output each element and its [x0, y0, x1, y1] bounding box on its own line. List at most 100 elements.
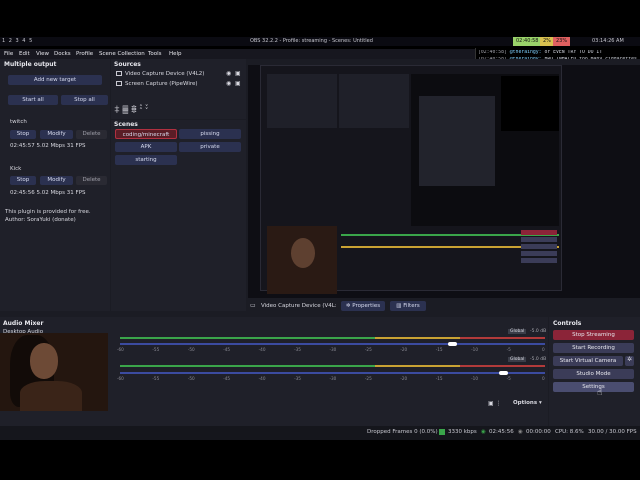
shoulders-shape: [20, 381, 82, 411]
time-chip: 03:14:26 AM: [592, 38, 624, 44]
scene-item-private[interactable]: private: [179, 142, 241, 152]
source-item-video-capture[interactable]: Video Capture Device (V4L2) ◉ ▣: [114, 70, 242, 79]
chevron-down-icon[interactable]: ˅: [145, 104, 149, 112]
db-readout: -5.0 dB: [530, 329, 547, 334]
dropped-frames: Dropped Frames 0 (0.0%): [367, 429, 438, 435]
kick-delete-button[interactable]: Delete: [76, 176, 107, 185]
start-virtual-camera-button[interactable]: Start Virtual Camera: [553, 356, 623, 366]
source-item-screen-capture[interactable]: Screen Capture (PipeWire) ◉ ▣: [114, 80, 242, 89]
menu-view[interactable]: View: [36, 51, 49, 57]
menu-help[interactable]: Help: [169, 51, 182, 57]
meter-tick-label: -40: [258, 347, 266, 352]
eye-icon[interactable]: ◉: [226, 70, 231, 77]
add-target-button[interactable]: Add new target: [8, 75, 102, 85]
menu-docks[interactable]: Docks: [54, 51, 71, 57]
scene-item-coding-minecraft[interactable]: coding/minecraft: [115, 129, 177, 139]
menu-file[interactable]: File: [4, 51, 13, 57]
filters-button[interactable]: ▥ Filters: [390, 301, 426, 311]
chevron-up-icon[interactable]: ˄: [139, 104, 143, 112]
advanced-audio-icon[interactable]: ▣ ⋮: [488, 400, 502, 407]
add-icon[interactable]: +: [114, 104, 120, 112]
scene-item-starting[interactable]: starting: [115, 155, 177, 165]
workspace-list[interactable]: 1 2 3 4 5: [2, 38, 33, 44]
meter-tick-label: -35: [294, 347, 301, 352]
lock-icon[interactable]: ▣: [235, 80, 241, 87]
obs-main-window: Multiple output Add new target Start all…: [0, 59, 640, 440]
face-shape: [30, 343, 58, 379]
selected-source-name: Video Capture Device (V4L:: [261, 303, 337, 309]
trash-icon[interactable]: ▥: [122, 104, 129, 112]
volume-slider[interactable]: [120, 372, 545, 374]
kick-modify-button[interactable]: Modify: [40, 176, 73, 185]
menu-bar: File Edit View Docks Profile Scene Colle…: [0, 49, 476, 59]
nested-controls: [411, 226, 559, 274]
meter-tick-label: -50: [187, 347, 195, 352]
menu-scene-collection[interactable]: Scene Collection: [99, 51, 145, 57]
settings-button[interactable]: Settings: [553, 382, 634, 392]
menu-profile[interactable]: Profile: [76, 51, 93, 57]
stop-streaming-button[interactable]: Stop Streaming: [553, 330, 634, 340]
nested-ctrl: [521, 230, 557, 235]
sources-title: Sources: [114, 61, 141, 68]
properties-label: Properties: [352, 303, 381, 309]
status-bar: Dropped Frames 0 (0.0%) 3330 kbps ◉ 02:4…: [0, 426, 640, 440]
scenes-dock: Scenes coding/minecraft pissing APK priv…: [111, 104, 246, 311]
mem-chip: 23%: [553, 37, 571, 46]
scene-item-pissing[interactable]: pissing: [179, 129, 241, 139]
nested-sources: [339, 74, 409, 128]
meter-tick-label: -45: [223, 347, 231, 352]
kick-stats: 02:45:56 5.02 Mbps 31 FPS: [10, 190, 86, 196]
scene-item-apk[interactable]: APK: [115, 142, 177, 152]
twitch-delete-button[interactable]: Delete: [76, 130, 107, 139]
audio-mixer-title: Audio Mixer: [3, 320, 44, 327]
gear-icon[interactable]: ✲: [131, 104, 137, 112]
record-time: 00:00:00: [526, 429, 551, 435]
menu-edit[interactable]: Edit: [19, 51, 30, 57]
volume-slider[interactable]: [120, 343, 545, 345]
preview-canvas[interactable]: [248, 65, 640, 298]
lock-icon[interactable]: ▣: [235, 70, 241, 77]
clock-chip: 02:40:58: [513, 37, 542, 46]
plugin-author[interactable]: Author: SoraYuki (donate): [5, 217, 76, 223]
twitch-stop-button[interactable]: Stop: [10, 130, 36, 139]
bitrate: 3330 kbps: [448, 429, 477, 435]
studio-mode-button[interactable]: Studio Mode: [553, 369, 634, 379]
meter-tick-label: -25: [364, 347, 372, 352]
multiple-output-dock: Multiple output Add new target Start all…: [0, 59, 110, 311]
source-toolbar: ▭ Video Capture Device (V4L: ✲ Propertie…: [248, 300, 640, 312]
start-recording-button[interactable]: Start Recording: [553, 343, 634, 353]
meter-tick-label: -55: [152, 347, 160, 352]
gear-icon[interactable]: ✲: [625, 356, 634, 366]
record-icon: ◉: [518, 429, 523, 435]
properties-button[interactable]: ✲ Properties: [341, 301, 385, 311]
options-label: Options: [513, 400, 538, 406]
plugin-note: This plugin is provided for free.: [5, 209, 91, 215]
mixer-options-button[interactable]: Options ▾: [513, 400, 542, 406]
twitch-stats: 02:45:57 5.02 Mbps 31 FPS: [10, 143, 86, 149]
source-label: Screen Capture (PipeWire): [125, 81, 198, 87]
meter-tick-label: -10: [471, 347, 478, 352]
db-readout: -5.0 dB: [530, 357, 547, 362]
meter-tick-label: 0: [542, 376, 545, 381]
meter-tick-label: -55: [152, 376, 160, 381]
chat-nick: @theraingy:: [509, 50, 542, 55]
eye-icon[interactable]: ◉: [226, 80, 231, 87]
chat-timestamp: [02:40:58]: [478, 50, 507, 55]
nested-multi-output: [267, 74, 337, 128]
twitch-modify-button[interactable]: Modify: [40, 130, 73, 139]
nested-ctrl: [521, 251, 557, 256]
meter-tick-label: -15: [435, 347, 443, 352]
volume-slider-handle[interactable]: [498, 371, 508, 375]
monitor-icon: [116, 81, 122, 86]
menu-tools[interactable]: Tools: [148, 51, 162, 57]
network-icon: [439, 429, 445, 435]
target-name-kick: Kick: [10, 166, 22, 172]
meter-tick-label: -60: [117, 347, 124, 352]
stop-all-button[interactable]: Stop all: [61, 95, 108, 105]
nested-screen-capture: [260, 65, 562, 294]
volume-slider-handle[interactable]: [447, 342, 457, 346]
start-all-button[interactable]: Start all: [8, 95, 58, 105]
nested-preview: [411, 74, 559, 226]
meter-tick-label: 0: [542, 347, 545, 352]
kick-stop-button[interactable]: Stop: [10, 176, 36, 185]
